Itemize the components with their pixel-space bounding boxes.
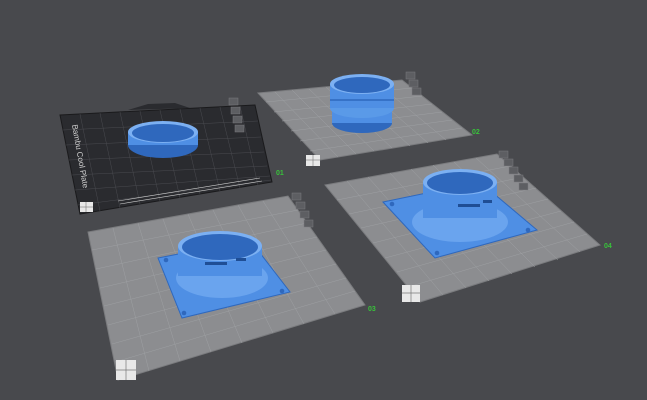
layers-icon[interactable] bbox=[518, 182, 529, 191]
plate-04[interactable]: 04 bbox=[324, 150, 612, 303]
lock-icon[interactable] bbox=[291, 192, 302, 201]
orient-icon[interactable] bbox=[513, 174, 524, 183]
orient-icon[interactable] bbox=[234, 124, 245, 133]
settings-icon[interactable] bbox=[230, 106, 241, 115]
plate-corner-select-icon[interactable] bbox=[402, 285, 420, 302]
lock-icon[interactable] bbox=[228, 97, 239, 106]
settings-icon[interactable] bbox=[503, 158, 514, 167]
settings-icon[interactable] bbox=[408, 79, 419, 88]
plate-02[interactable]: 02 bbox=[256, 71, 480, 166]
plate-number: 01 bbox=[276, 170, 284, 177]
ring-model[interactable] bbox=[128, 121, 198, 158]
arrange-icon[interactable] bbox=[232, 115, 243, 124]
lock-icon[interactable] bbox=[405, 71, 416, 80]
plate-corner-select-icon[interactable] bbox=[80, 202, 93, 212]
orient-icon[interactable] bbox=[303, 219, 314, 228]
lock-icon[interactable] bbox=[498, 150, 509, 159]
arrange-icon[interactable] bbox=[411, 87, 422, 96]
plate-corner-select-icon[interactable] bbox=[116, 360, 136, 380]
plate-number: 02 bbox=[472, 129, 480, 136]
settings-icon[interactable] bbox=[295, 201, 306, 210]
arrange-icon[interactable] bbox=[508, 166, 519, 175]
plate-corner-select-icon[interactable] bbox=[306, 155, 320, 166]
arrange-icon[interactable] bbox=[299, 210, 310, 219]
plate-01[interactable]: Bambu Cool Plate 01 bbox=[59, 97, 284, 215]
3d-viewport[interactable]: Bambu Cool Plate 01 02 03 04 bbox=[0, 0, 647, 400]
plate-number: 03 bbox=[368, 306, 376, 313]
plate-number: 04 bbox=[604, 243, 612, 250]
plate-03[interactable]: 03 bbox=[87, 192, 376, 381]
double-ring-model[interactable] bbox=[330, 74, 394, 133]
